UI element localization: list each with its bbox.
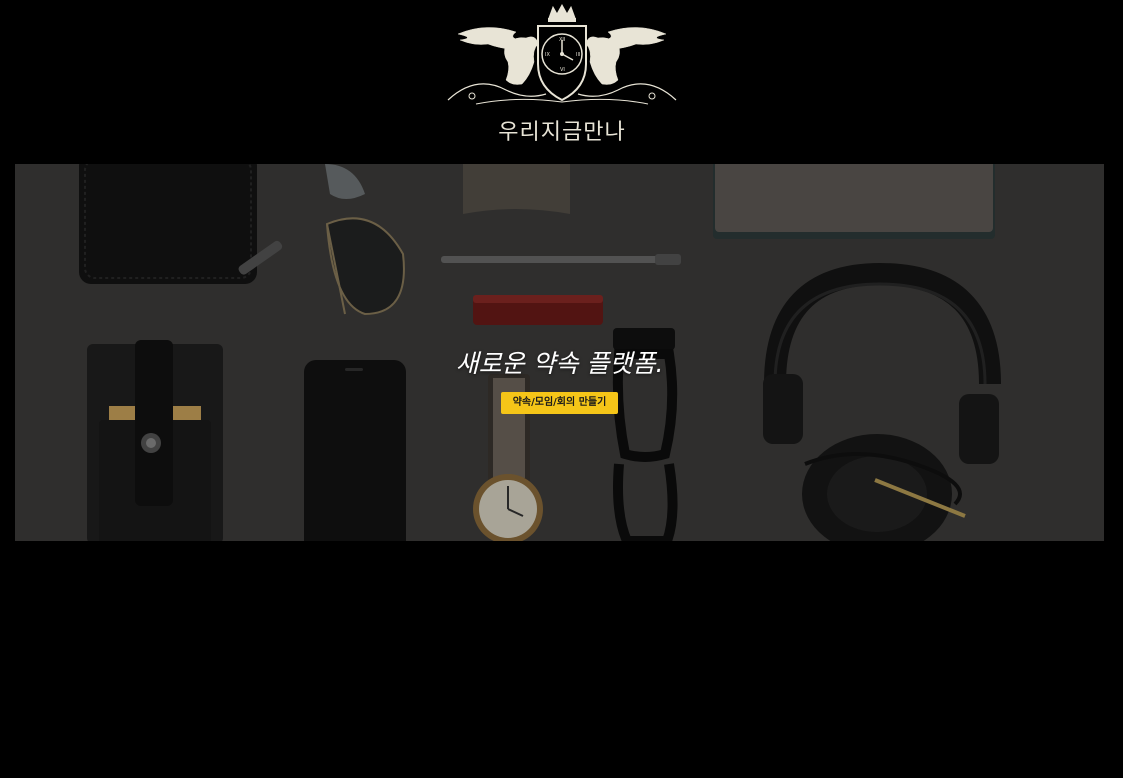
site-header: XII III VI IX 우리지금만나 bbox=[0, 0, 1123, 164]
create-appointment-button[interactable]: 약속/모임/회의 만들기 bbox=[501, 392, 618, 414]
hero-banner: 새로운 약속 플랫폼. 약속/모임/회의 만들기 bbox=[15, 164, 1104, 541]
svg-text:III: III bbox=[576, 52, 580, 58]
brand-logo[interactable]: XII III VI IX 우리지금만나 bbox=[446, 3, 678, 145]
brand-name: 우리지금만나 bbox=[498, 120, 626, 145]
hero-title: 새로운 약속 플랫폼. bbox=[455, 349, 664, 378]
svg-text:XII: XII bbox=[559, 37, 565, 43]
page-body-empty bbox=[0, 541, 1123, 778]
svg-text:VI: VI bbox=[560, 67, 565, 73]
crest-clock-griffins-icon: XII III VI IX bbox=[447, 3, 677, 105]
svg-text:IX: IX bbox=[545, 52, 550, 58]
